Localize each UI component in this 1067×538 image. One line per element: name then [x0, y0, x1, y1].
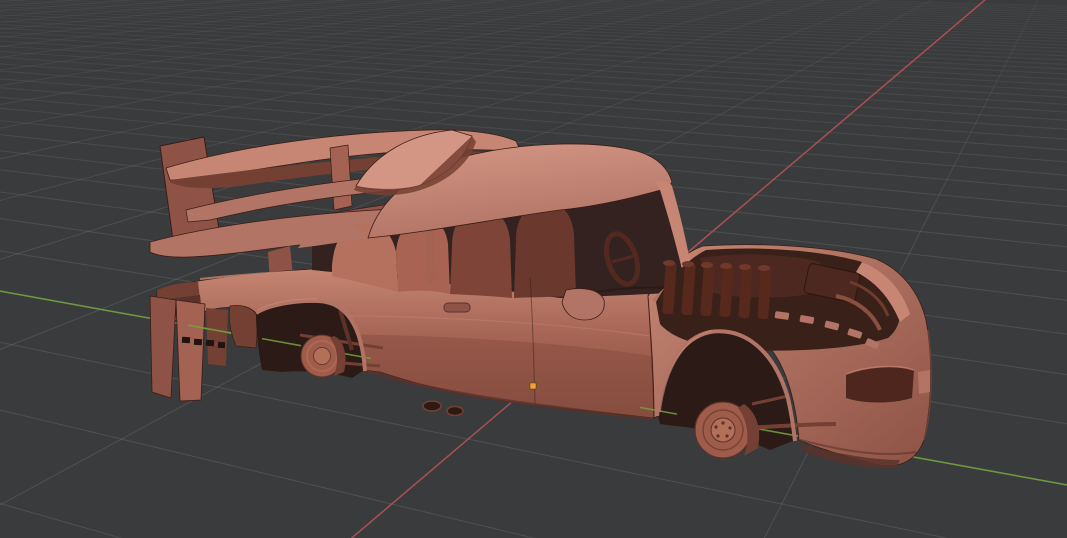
corner-marker-lamp: [918, 370, 930, 394]
lug-nut: [714, 425, 718, 429]
lug-nut: [716, 434, 720, 438]
headlight-recess: [846, 366, 914, 403]
rear-mudflap-1: [149, 295, 177, 399]
rear-brake-disc: [300, 334, 346, 378]
front-seat-right: [514, 202, 576, 298]
stack-opening: [663, 260, 675, 266]
stack-opening: [739, 264, 751, 270]
vent-dash: [217, 341, 226, 349]
front-brake-disc: [694, 401, 760, 459]
vent-dash: [181, 336, 191, 344]
rear-disc-hub: [313, 347, 331, 365]
lug-nut: [725, 434, 729, 438]
exhaust-tip-1: [422, 400, 442, 412]
vent-dash: [193, 338, 203, 346]
rear-mudflap-2: [175, 299, 206, 402]
stack-opening: [720, 263, 732, 269]
rear-under-bracket-1: [206, 308, 228, 366]
exhaust-tip-2: [446, 405, 464, 417]
wing-fin-1: [329, 144, 353, 211]
blender-3d-viewport[interactable]: [0, 0, 1067, 538]
lug-nut: [721, 421, 725, 425]
stack-opening: [701, 262, 713, 268]
lug-nut: [728, 426, 732, 430]
stack-opening: [682, 261, 694, 267]
vent-dash: [205, 339, 215, 347]
object-origin-dot[interactable]: [529, 382, 537, 390]
stack-opening: [758, 265, 770, 271]
door-handle: [443, 302, 471, 313]
